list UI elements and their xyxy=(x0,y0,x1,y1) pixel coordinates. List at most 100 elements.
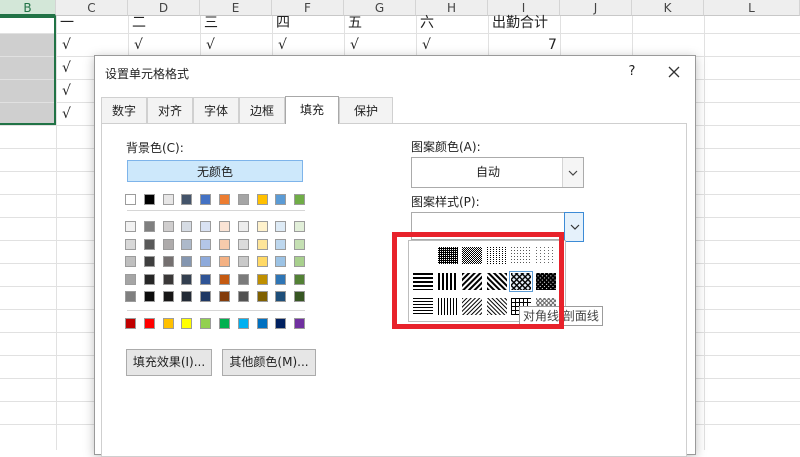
color-swatch[interactable] xyxy=(275,291,287,302)
dropdown-arrow[interactable] xyxy=(562,158,583,187)
check-cell[interactable]: √ xyxy=(62,57,71,79)
color-swatch[interactable] xyxy=(162,221,174,232)
pattern-medium-dots[interactable] xyxy=(462,247,482,264)
color-swatch[interactable] xyxy=(181,194,193,205)
color-swatch[interactable] xyxy=(237,256,249,267)
color-swatch[interactable] xyxy=(294,221,306,232)
total-cell[interactable]: 7 xyxy=(548,34,557,56)
pattern-color-dropdown[interactable]: 自动 xyxy=(411,157,584,188)
color-swatch[interactable] xyxy=(237,221,249,232)
no-color-button[interactable]: 无颜色 xyxy=(127,160,303,182)
color-swatch[interactable] xyxy=(294,256,306,267)
color-swatch[interactable] xyxy=(181,273,193,285)
color-swatch[interactable] xyxy=(237,194,249,205)
color-swatch[interactable] xyxy=(256,318,268,329)
color-swatch[interactable] xyxy=(256,273,268,285)
header-cell[interactable]: 六 xyxy=(420,12,434,34)
color-swatch[interactable] xyxy=(256,291,268,302)
header-cell[interactable]: 五 xyxy=(348,12,362,34)
header-cell[interactable]: 二 xyxy=(132,12,146,34)
check-cell[interactable]: √ xyxy=(278,34,287,56)
color-swatch[interactable] xyxy=(200,256,212,267)
pattern-thin-diagonal-stripe[interactable] xyxy=(486,298,507,315)
pattern-dense-dots[interactable] xyxy=(437,247,458,264)
color-swatch[interactable] xyxy=(275,221,287,232)
color-swatch[interactable] xyxy=(256,221,268,232)
color-swatch[interactable] xyxy=(143,318,155,329)
color-swatch[interactable] xyxy=(143,194,155,205)
color-swatch[interactable] xyxy=(143,221,155,232)
column-header-j[interactable]: J xyxy=(560,0,632,16)
pattern-vertical-stripe[interactable] xyxy=(437,273,458,290)
tab-fill[interactable]: 填充 xyxy=(285,96,339,124)
color-swatch[interactable] xyxy=(162,256,174,267)
check-cell[interactable]: √ xyxy=(62,34,71,56)
header-cell[interactable]: 出勤合计 xyxy=(492,12,548,34)
color-swatch[interactable] xyxy=(125,221,136,232)
color-swatch[interactable] xyxy=(125,291,136,302)
color-swatch[interactable] xyxy=(294,291,306,302)
color-swatch[interactable] xyxy=(200,318,212,329)
more-colors-button[interactable]: 其他颜色(M)... xyxy=(222,349,316,376)
color-swatch[interactable] xyxy=(162,273,174,285)
tab-font[interactable]: 字体 xyxy=(193,97,239,123)
color-swatch[interactable] xyxy=(143,273,155,285)
color-swatch[interactable] xyxy=(200,194,212,205)
color-swatch[interactable] xyxy=(275,318,287,329)
pattern-thick-diagonal-crosshatch[interactable] xyxy=(535,273,556,290)
color-swatch[interactable] xyxy=(294,238,306,250)
tab-protection[interactable]: 保护 xyxy=(339,97,393,123)
color-swatch[interactable] xyxy=(181,291,193,302)
check-cell[interactable]: √ xyxy=(206,34,215,56)
color-swatch[interactable] xyxy=(125,273,136,285)
color-swatch[interactable] xyxy=(181,318,193,329)
color-swatch[interactable] xyxy=(162,238,174,250)
pattern-thin-reverse-diagonal-stripe[interactable] xyxy=(462,298,482,315)
color-swatch[interactable] xyxy=(143,256,155,267)
color-swatch[interactable] xyxy=(143,238,155,250)
pattern-reverse-diagonal-stripe[interactable] xyxy=(462,273,482,290)
dropdown-arrow[interactable] xyxy=(564,212,584,242)
color-swatch[interactable] xyxy=(275,194,287,205)
color-swatch[interactable] xyxy=(125,256,136,267)
tab-alignment[interactable]: 对齐 xyxy=(147,97,193,123)
check-cell[interactable]: √ xyxy=(422,34,431,56)
pattern-thin-horizontal-stripe[interactable] xyxy=(413,298,433,315)
color-swatch[interactable] xyxy=(125,318,136,329)
color-swatch[interactable] xyxy=(237,318,249,329)
pattern-light-dots[interactable] xyxy=(486,247,507,264)
fill-effects-button[interactable]: 填充效果(I)... xyxy=(126,349,212,376)
color-swatch[interactable] xyxy=(162,291,174,302)
color-swatch[interactable] xyxy=(162,194,174,205)
color-swatch[interactable] xyxy=(181,221,193,232)
color-swatch[interactable] xyxy=(275,238,287,250)
color-swatch[interactable] xyxy=(219,238,230,250)
color-swatch[interactable] xyxy=(125,238,136,250)
color-swatch[interactable] xyxy=(200,273,212,285)
color-swatch[interactable] xyxy=(219,273,230,285)
close-button[interactable] xyxy=(663,61,685,83)
color-swatch[interactable] xyxy=(237,291,249,302)
color-swatch[interactable] xyxy=(237,238,249,250)
pattern-fine-dots[interactable] xyxy=(511,247,531,264)
color-swatch[interactable] xyxy=(256,256,268,267)
color-swatch[interactable] xyxy=(237,273,249,285)
check-cell[interactable]: √ xyxy=(62,103,71,125)
color-swatch[interactable] xyxy=(275,256,287,267)
pattern-horizontal-stripe[interactable] xyxy=(413,273,433,290)
color-swatch[interactable] xyxy=(181,256,193,267)
color-swatch[interactable] xyxy=(219,318,230,329)
pattern-sparse-dots[interactable] xyxy=(535,247,556,264)
header-cell[interactable]: 一 xyxy=(60,12,74,34)
color-swatch[interactable] xyxy=(162,318,174,329)
header-cell[interactable]: 四 xyxy=(276,12,290,34)
column-header-k[interactable]: K xyxy=(632,0,704,16)
color-swatch[interactable] xyxy=(219,291,230,302)
pattern-thin-vertical-stripe[interactable] xyxy=(437,298,458,315)
header-cell[interactable]: 三 xyxy=(204,12,218,34)
tab-border[interactable]: 边框 xyxy=(239,97,285,123)
pattern-diagonal-crosshatch[interactable] xyxy=(509,271,533,292)
color-swatch[interactable] xyxy=(219,221,230,232)
color-swatch[interactable] xyxy=(256,194,268,205)
help-button[interactable]: ? xyxy=(621,62,643,82)
